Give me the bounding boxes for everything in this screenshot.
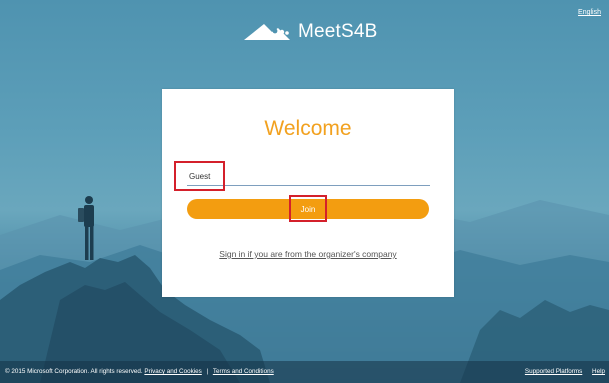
privacy-link[interactable]: Privacy and Cookies xyxy=(144,368,201,375)
meeting-join-screen: MeetS4B English Welcome Join Sign in if … xyxy=(0,0,609,383)
footer-legal: © 2015 Microsoft Corporation. All rights… xyxy=(5,368,274,375)
guest-name-input[interactable] xyxy=(187,168,430,186)
language-link[interactable]: English xyxy=(578,9,601,16)
join-button[interactable]: Join xyxy=(187,199,429,219)
help-link[interactable]: Help xyxy=(592,368,605,375)
supported-platforms-link[interactable]: Supported Platforms xyxy=(525,368,582,375)
meets4b-logo-icon xyxy=(244,24,290,40)
terms-link[interactable]: Terms and Conditions xyxy=(213,368,274,375)
organizer-signin-link[interactable]: Sign in if you are from the organizer's … xyxy=(162,249,454,259)
brand: MeetS4B xyxy=(242,20,378,44)
footer-separator: | xyxy=(206,368,209,375)
footer: © 2015 Microsoft Corporation. All rights… xyxy=(0,361,609,383)
join-card: Welcome Join Sign in if you are from the… xyxy=(162,89,454,297)
welcome-title: Welcome xyxy=(264,117,352,140)
footer-links: Supported Platforms Help xyxy=(517,368,605,375)
copyright-text: © 2015 Microsoft Corporation. All rights… xyxy=(5,368,143,375)
brand-name: MeetS4B xyxy=(298,21,378,42)
